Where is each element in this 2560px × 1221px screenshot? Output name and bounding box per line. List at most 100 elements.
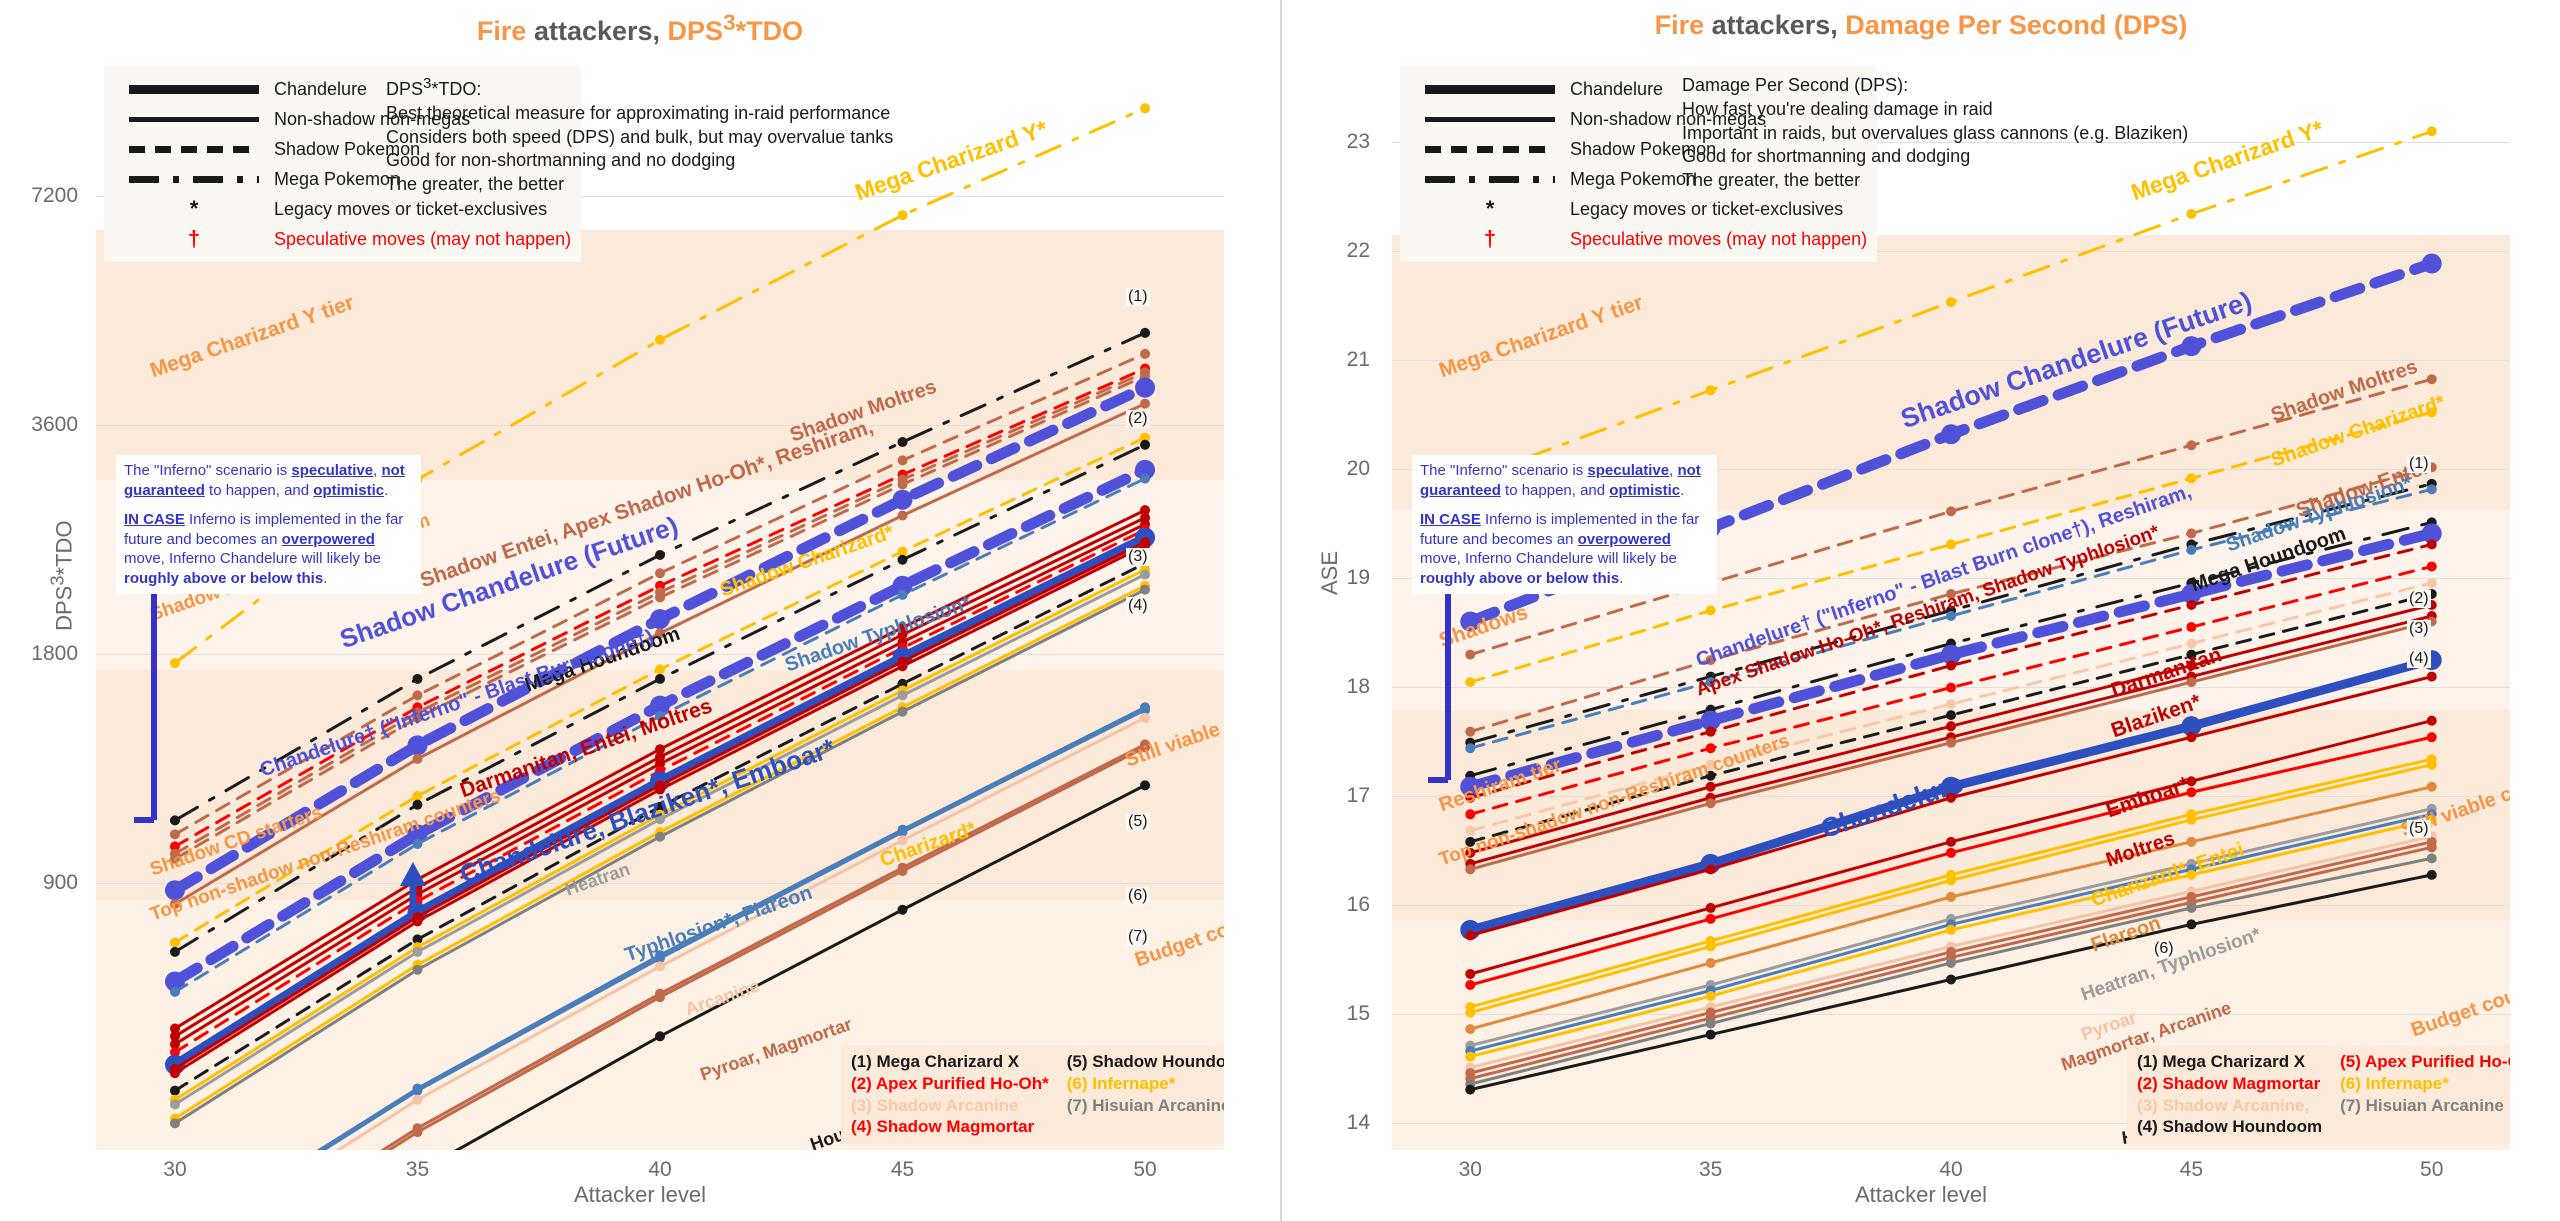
legend-key-solid-icon	[114, 116, 274, 122]
legend-row-5: † Speculative moves (may not happen)	[114, 224, 571, 254]
series-point	[1465, 980, 1476, 991]
series-point	[407, 735, 428, 756]
callout-paragraph-1: The "Inferno" scenario is speculative, n…	[1420, 462, 1701, 499]
index-table-item: (1) Mega Charizard X	[2137, 1052, 2306, 1071]
series-point	[2426, 759, 2437, 770]
series-point	[1465, 836, 1476, 847]
series-point	[2426, 732, 2437, 743]
series-point	[1705, 1029, 1716, 1040]
right-chart-panel: Fire attackers, Damage Per Second (DPS) …	[1280, 0, 2560, 1221]
series-point	[655, 334, 665, 345]
series-point	[1140, 742, 1151, 753]
series-point	[2426, 715, 2437, 726]
series-index-label: (6)	[1126, 887, 1150, 905]
legend-label: Chandelure	[274, 79, 368, 99]
series-point	[412, 690, 423, 701]
series-point	[1946, 682, 1956, 693]
series-point	[1465, 930, 1476, 941]
series-point	[1705, 902, 1716, 913]
series-point	[2426, 671, 2437, 682]
left-index-col-2: (5) Shadow Houndoom (6) Infernape*(7) His…	[1067, 1051, 1224, 1138]
right-y-tick: 19	[1346, 565, 1370, 589]
left-y-tick: 900	[42, 870, 78, 894]
series-point	[1465, 847, 1476, 858]
legend-row-4: * Legacy moves or ticket-exclusives	[1410, 194, 1867, 224]
series-point	[897, 479, 908, 490]
series-point	[1140, 712, 1151, 723]
left-desc-line: Good for non-shortmanning and no dodging	[386, 150, 736, 171]
right-y-tick: 20	[1346, 456, 1370, 480]
series-index-label: (3)	[1126, 548, 1150, 566]
series-point	[1705, 759, 1716, 770]
right-title-accent: Fire	[1654, 10, 1705, 40]
legend-label: Mega Pokemon	[274, 169, 401, 189]
right-title-metric: Damage Per Second (DPS)	[1845, 10, 2188, 40]
right-y-tick: 16	[1346, 892, 1370, 916]
series-point	[169, 946, 180, 957]
series-point	[412, 712, 423, 723]
index-table-item: (3) Shadow Arcanine,	[2137, 1095, 2310, 1115]
series-index-label: (2)	[1126, 410, 1150, 428]
series-point	[1135, 377, 1156, 398]
series-point	[2186, 787, 2197, 798]
right-x-tick: 50	[2420, 1158, 2444, 1181]
series-point	[2426, 484, 2437, 495]
series-point	[897, 455, 908, 466]
series-point	[655, 628, 665, 639]
series-point	[169, 899, 180, 910]
series-index-label: (5)	[1126, 813, 1150, 831]
series-point	[1465, 1024, 1476, 1035]
series-point	[1705, 743, 1716, 754]
series-point	[169, 829, 180, 840]
left-x-axis-label: Attacker level	[573, 1182, 707, 1207]
right-x-tick: 35	[1698, 1158, 1723, 1181]
series-point	[897, 661, 908, 672]
series-point	[164, 880, 185, 901]
series-point	[1946, 891, 1956, 902]
series-point	[2186, 600, 2197, 610]
series-point	[897, 835, 908, 846]
series-point	[2426, 853, 2437, 864]
left-index-col-1: (1) Mega Charizard X (2) Apex Purified Ho…	[851, 1051, 1049, 1138]
series-point	[1705, 677, 1716, 688]
index-table-item: (1) Mega Charizard X	[851, 1052, 1020, 1071]
index-table-item: (4) Shadow Magmortar	[851, 1117, 1035, 1137]
series-point	[655, 592, 665, 603]
series-point	[1946, 924, 1956, 935]
right-y-tick: 15	[1346, 1001, 1370, 1025]
series-point	[169, 1118, 180, 1129]
series-point	[655, 961, 665, 972]
series-point	[1941, 424, 1961, 445]
series-point	[1465, 864, 1476, 875]
left-y-tick: 3600	[31, 413, 78, 437]
legend-key-dagger-icon: †	[187, 226, 201, 251]
right-x-tick: 40	[1939, 1158, 1963, 1181]
series-point	[897, 554, 908, 565]
right-y-tick: 18	[1346, 674, 1370, 698]
series-point	[1946, 974, 1956, 985]
series-point	[2181, 336, 2202, 357]
legend-label: Legacy moves or ticket-exclusives	[1570, 199, 1844, 219]
legend-key-dash-icon	[1410, 145, 1570, 153]
legend-key-dashdot-icon	[114, 175, 274, 183]
series-index-label: (6)	[2152, 940, 2176, 958]
series-point	[1140, 327, 1151, 338]
series-point	[1946, 847, 1956, 858]
right-description: Damage Per Second (DPS): How fast you're…	[1682, 74, 2188, 193]
series-point	[1705, 385, 1716, 396]
series-point	[2186, 660, 2197, 671]
series-point	[2426, 407, 2437, 418]
legend-key-solid-icon	[1410, 116, 1570, 122]
series-point	[655, 673, 665, 684]
index-table-item: (6) Infernape*	[1066, 1073, 1176, 1093]
series-point	[2426, 561, 2437, 572]
right-index-col-1: (1) Mega Charizard X (2) Shadow Magmortar…	[2137, 1051, 2322, 1138]
series-point	[2426, 539, 2437, 550]
legend-label: Speculative moves (may not happen)	[1570, 229, 1868, 249]
series-point	[169, 937, 180, 948]
legend-key-dashdot-icon	[1410, 175, 1570, 183]
series-point	[2186, 677, 2197, 688]
series-point	[655, 814, 665, 825]
series-point	[1140, 348, 1151, 359]
series-point	[412, 1127, 423, 1138]
